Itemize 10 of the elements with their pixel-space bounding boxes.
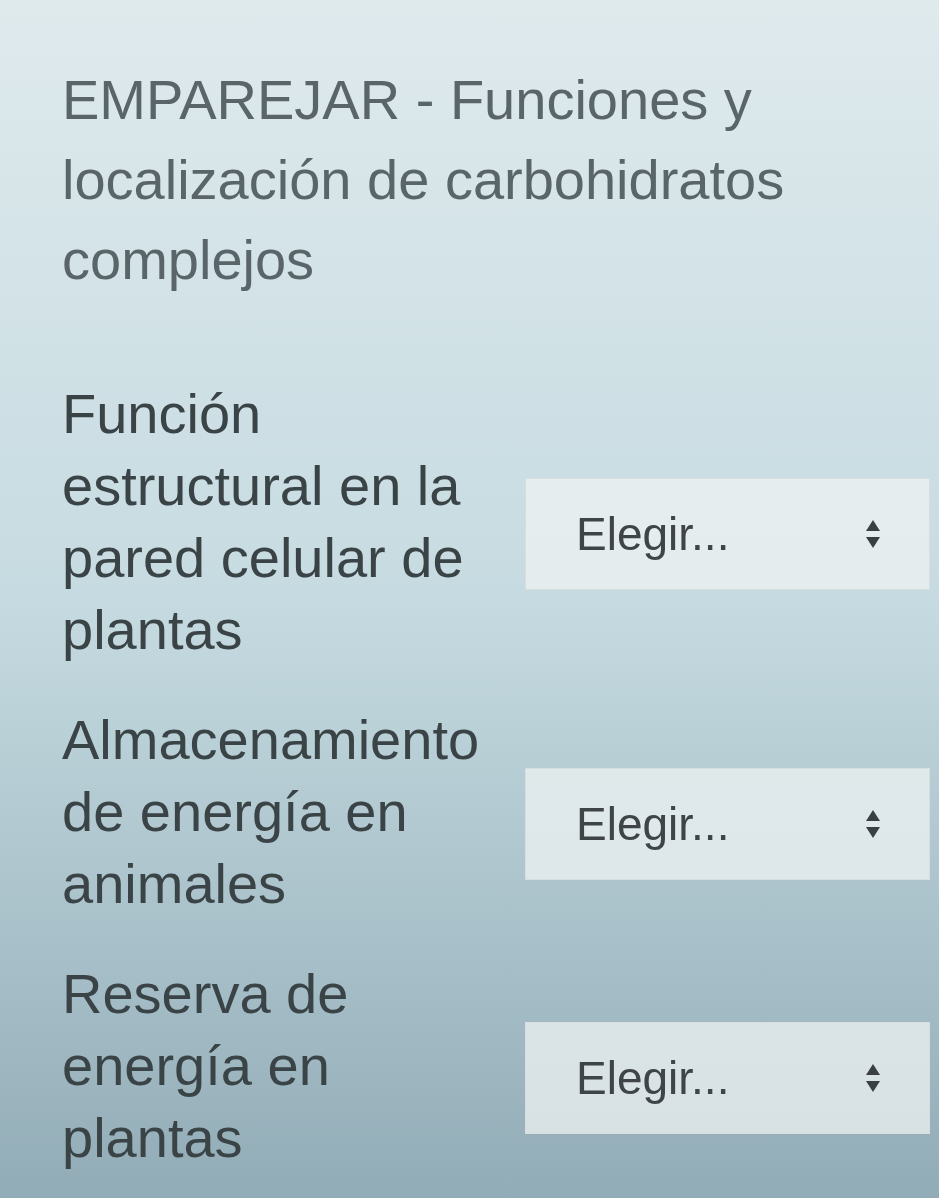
match-prompt: Función estructural en la pared celular de plantas bbox=[62, 381, 465, 663]
answer-select[interactable]: Elegir... bbox=[525, 1022, 930, 1134]
up-down-caret-icon bbox=[865, 1063, 881, 1093]
match-prompt: Reserva de energía en plantas bbox=[62, 961, 350, 1171]
match-prompt: Almacenamiento de energía en animales bbox=[62, 707, 481, 917]
answer-select[interactable]: Elegir... bbox=[525, 768, 930, 880]
answer-select[interactable]: Elegir... bbox=[525, 478, 930, 590]
up-down-caret-icon bbox=[865, 809, 881, 839]
question-title: EMPAREJAR - Funciones y localización de carbohidratos complejos bbox=[62, 67, 786, 293]
up-down-caret-icon bbox=[865, 519, 881, 549]
